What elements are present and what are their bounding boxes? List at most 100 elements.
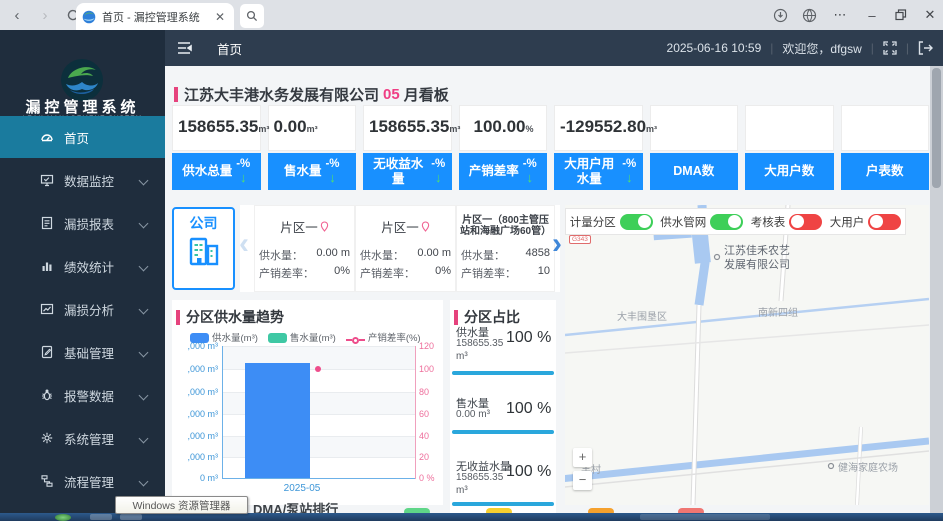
share-item-value: 158655.35 m³ <box>456 472 512 497</box>
region-name: 片区一 <box>381 217 419 236</box>
bar-chart-icon <box>40 259 54 273</box>
toggle-switch-off[interactable] <box>868 214 901 230</box>
rate-value: 0% <box>435 265 451 281</box>
windows-taskbar[interactable] <box>0 513 943 521</box>
taskbar-app[interactable] <box>640 514 770 520</box>
company-card[interactable]: 公司 <box>172 207 235 290</box>
datetime-label: 2025-06-16 10:59 <box>667 41 762 55</box>
sidebar-item-data-monitor[interactable]: 数据监控 <box>0 159 165 201</box>
browser-back-button[interactable]: ‹ <box>6 4 28 26</box>
accent-bar <box>176 310 180 325</box>
y-left-tick: ,000 m³ <box>172 387 218 397</box>
kpi-button-sold[interactable]: 售水量-%↓ <box>268 153 357 190</box>
carousel-prev-icon[interactable]: ‹ <box>239 227 249 261</box>
y-right-tick: 120 <box>419 341 434 351</box>
topbar-tab-home[interactable]: 首页 <box>217 39 242 58</box>
flow-icon <box>40 474 54 488</box>
notebook-edit-icon <box>40 345 54 359</box>
toggle-supply-network[interactable]: 供水管网 <box>660 214 743 230</box>
toggle-metering-zone[interactable]: 计量分区 <box>570 214 653 230</box>
document-icon <box>40 216 54 230</box>
kpi-button-dma-count[interactable]: DMA数 <box>650 153 739 190</box>
page-scrollbar[interactable] <box>930 66 943 513</box>
toggle-switch-off[interactable] <box>789 214 822 230</box>
map-label-farm: 健海家庭农场 <box>838 459 898 474</box>
region-panel-1[interactable]: 片区一 供水量：0.00 m 产销差率：0% <box>254 205 355 292</box>
region-panel-2[interactable]: 片区一 供水量：0.00 m 产销差率：0% <box>355 205 456 292</box>
separator: | <box>770 41 773 55</box>
toggle-assessment-meter[interactable]: 考核表 <box>751 214 823 230</box>
kpi-nrw-rate: 100.00% 产销差率-%↓ <box>459 105 548 190</box>
axis-left <box>222 346 223 479</box>
sidebar-item-performance[interactable]: 绩效统计 <box>0 245 165 287</box>
toggle-label: 计量分区 <box>570 214 616 230</box>
app-title: 漏控管理系统 <box>0 96 165 117</box>
y-right-tick: 20 <box>419 452 429 462</box>
accent-bar <box>454 310 458 325</box>
window-restore-button[interactable] <box>895 9 907 21</box>
browser-globe-icon[interactable] <box>802 8 817 23</box>
window-close-button[interactable]: ✕ <box>921 7 939 23</box>
browser-menu-icon[interactable]: ⋯ <box>831 7 849 23</box>
y-right-tick: 80 <box>419 387 429 397</box>
sidebar-item-home[interactable]: 首页 <box>0 116 165 158</box>
kpi-button-nrw-rate[interactable]: 产销差率-%↓ <box>459 153 548 190</box>
taskbar-app[interactable] <box>120 514 142 520</box>
start-button[interactable] <box>55 514 71 521</box>
browser-forward-button[interactable]: › <box>34 4 56 26</box>
share-item-pct: 100 % <box>506 464 554 481</box>
sidebar-item-leak-report[interactable]: 漏损报表 <box>0 202 165 244</box>
carousel-next-icon[interactable]: › <box>552 227 562 261</box>
browser-chrome: ‹ › 首页 - 漏控管理系统 ✕ ⋯ – ✕ <box>0 0 943 30</box>
rate-point[interactable] <box>315 366 321 372</box>
supply-bar[interactable] <box>245 363 310 478</box>
kpi-button-big-user-count[interactable]: 大用户数 <box>745 153 834 190</box>
taskbar-app[interactable] <box>90 514 112 520</box>
kpi-unit: m³ <box>449 124 460 134</box>
search-icon[interactable] <box>240 4 264 28</box>
arrow-down-icon: ↓ <box>240 171 247 184</box>
kpi-button-label: 户表数 <box>866 164 904 178</box>
legend-rate[interactable]: 产销差率(%) <box>346 330 421 344</box>
map-zoom-out-button[interactable]: − <box>573 471 592 490</box>
kpi-sold: 0.00m³ 售水量-%↓ <box>268 105 357 190</box>
toggle-big-user[interactable]: 大用户 <box>830 214 902 230</box>
bug-icon <box>40 388 54 402</box>
sidebar-collapse-icon[interactable] <box>177 41 195 55</box>
kpi-button-meter-count[interactable]: 户表数 <box>841 153 930 190</box>
sidebar-item-system-management[interactable]: 系统管理 <box>0 417 165 459</box>
scrollbar-thumb[interactable] <box>932 68 941 188</box>
toggle-switch-on[interactable] <box>710 214 743 230</box>
separator: | <box>906 41 909 55</box>
toggle-label: 大用户 <box>830 214 865 230</box>
sidebar-item-base-management[interactable]: 基础管理 <box>0 331 165 373</box>
map-label-group: 南新四组 <box>758 304 798 319</box>
map-canvas[interactable]: G343 江苏佳禾农艺发展有限公司 大丰围垦区 南新四组 羊村 健海家庭农场 +… <box>565 205 929 505</box>
y-left-tick: ,000 m³ <box>172 341 218 351</box>
y-left-tick: ,000 m³ <box>172 364 218 374</box>
kpi-button-big-user[interactable]: 大用户用水量-%↓ <box>554 153 643 190</box>
logout-icon[interactable] <box>918 41 933 55</box>
tab-close-icon[interactable]: ✕ <box>212 10 228 24</box>
kpi-button-supply-total[interactable]: 供水总量-%↓ <box>172 153 261 190</box>
legend-sold[interactable]: 售水量(m³) <box>268 330 336 344</box>
window-minimize-button[interactable]: – <box>863 8 881 23</box>
browser-tab[interactable]: 首页 - 漏控管理系统 ✕ <box>76 3 234 30</box>
share-progress-bar <box>452 371 554 375</box>
gauge-icon <box>40 130 54 144</box>
company-card-label: 公司 <box>174 213 233 233</box>
sidebar-item-alarm-data[interactable]: 报警数据 <box>0 374 165 416</box>
toggle-switch-on[interactable] <box>620 214 653 230</box>
accent-bar <box>174 87 178 102</box>
supply-value: 0.00 m <box>316 247 350 263</box>
map-zoom-in-button[interactable]: + <box>573 448 592 467</box>
sidebar-item-label: 绩效统计 <box>64 257 140 276</box>
fullscreen-icon[interactable] <box>883 41 897 55</box>
kpi-button-nonrevenue[interactable]: 无收益水量-%↓ <box>363 153 452 190</box>
y-left-tick: ,000 m³ <box>172 409 218 419</box>
browser-update-icon[interactable] <box>773 8 788 23</box>
sidebar-item-leak-analysis[interactable]: 漏损分析 <box>0 288 165 330</box>
arrow-down-icon: ↓ <box>329 171 336 184</box>
region-panel-3[interactable]: 片区一（800主管压站和海融广场60管） 供水量：4858 产销差率：10 <box>456 205 555 292</box>
sidebar-item-label: 报警数据 <box>64 386 140 405</box>
